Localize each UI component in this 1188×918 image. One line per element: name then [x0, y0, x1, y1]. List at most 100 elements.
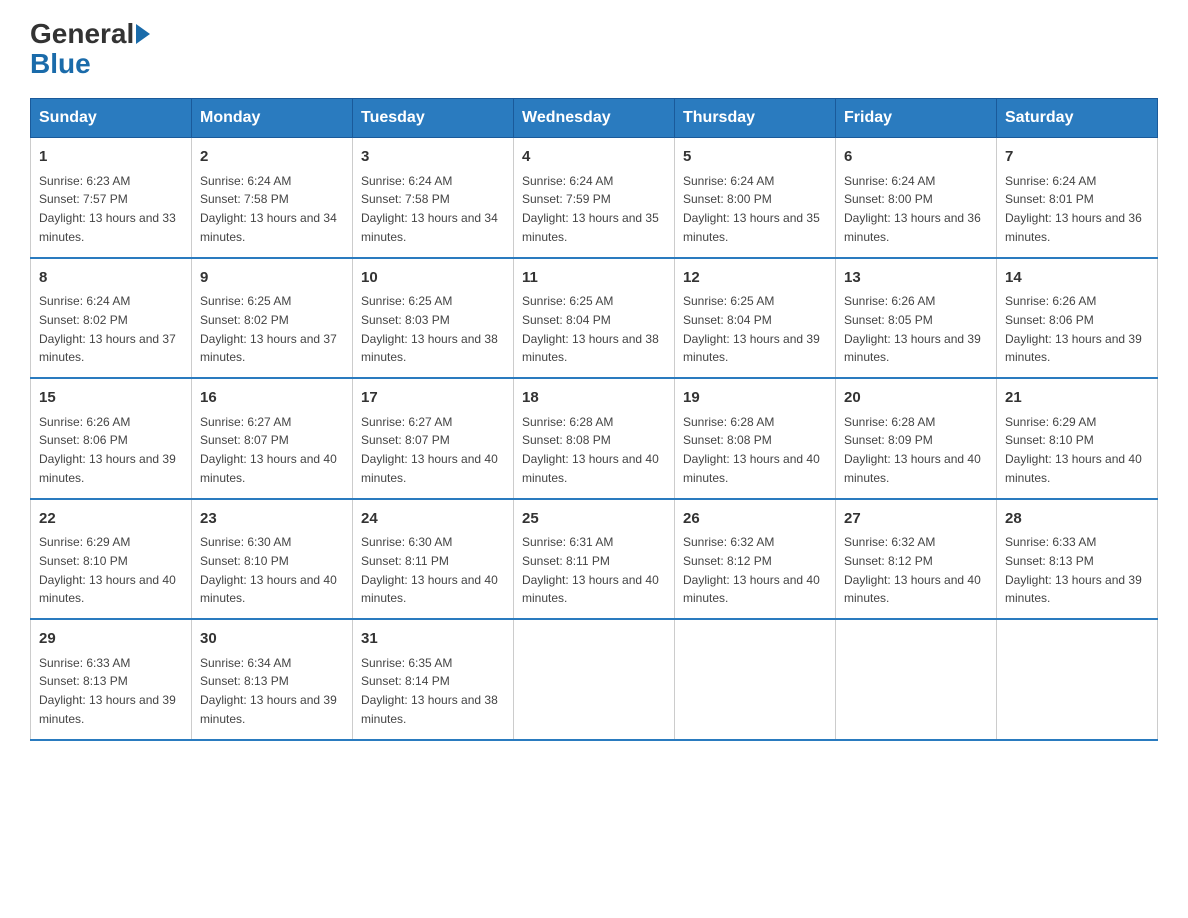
calendar-cell: 25 Sunrise: 6:31 AMSunset: 8:11 PMDayligh…: [514, 499, 675, 620]
day-number: 13: [844, 267, 988, 290]
calendar-cell: 15 Sunrise: 6:26 AMSunset: 8:06 PMDayligh…: [31, 378, 192, 499]
day-info: Sunrise: 6:28 AMSunset: 8:09 PMDaylight:…: [844, 415, 981, 485]
day-info: Sunrise: 6:32 AMSunset: 8:12 PMDaylight:…: [683, 535, 820, 605]
day-info: Sunrise: 6:26 AMSunset: 8:06 PMDaylight:…: [1005, 294, 1142, 364]
day-number: 5: [683, 146, 827, 169]
page-header: General Blue: [30, 20, 1158, 80]
calendar-cell: [997, 619, 1158, 740]
day-number: 6: [844, 146, 988, 169]
weekday-header-tuesday: Tuesday: [353, 99, 514, 138]
calendar-cell: 30 Sunrise: 6:34 AMSunset: 8:13 PMDayligh…: [192, 619, 353, 740]
calendar-cell: 14 Sunrise: 6:26 AMSunset: 8:06 PMDayligh…: [997, 258, 1158, 379]
day-number: 11: [522, 267, 666, 290]
calendar-cell: 31 Sunrise: 6:35 AMSunset: 8:14 PMDayligh…: [353, 619, 514, 740]
calendar-cell: 12 Sunrise: 6:25 AMSunset: 8:04 PMDayligh…: [675, 258, 836, 379]
day-info: Sunrise: 6:25 AMSunset: 8:02 PMDaylight:…: [200, 294, 337, 364]
calendar-cell: 23Sunrise: 6:30 AMSunset: 8:10 PMDayligh…: [192, 499, 353, 620]
calendar-cell: [836, 619, 997, 740]
day-number: 24: [361, 508, 505, 531]
weekday-header-sunday: Sunday: [31, 99, 192, 138]
logo-general-text: General: [30, 20, 134, 48]
day-number: 1: [39, 146, 183, 169]
day-info: Sunrise: 6:33 AMSunset: 8:13 PMDaylight:…: [39, 656, 176, 726]
day-number: 22: [39, 508, 183, 531]
calendar-week-row: 22 Sunrise: 6:29 AMSunset: 8:10 PMDayligh…: [31, 499, 1158, 620]
calendar-cell: [675, 619, 836, 740]
day-info: Sunrise: 6:27 AMSunset: 8:07 PMDaylight:…: [361, 415, 498, 485]
calendar-cell: 11 Sunrise: 6:25 AMSunset: 8:04 PMDayligh…: [514, 258, 675, 379]
calendar-cell: 7 Sunrise: 6:24 AMSunset: 8:01 PMDaylight…: [997, 138, 1158, 258]
day-info: Sunrise: 6:35 AMSunset: 8:14 PMDaylight:…: [361, 656, 498, 726]
calendar-cell: 10 Sunrise: 6:25 AMSunset: 8:03 PMDayligh…: [353, 258, 514, 379]
day-number: 14: [1005, 267, 1149, 290]
day-info: Sunrise: 6:24 AMSunset: 7:58 PMDaylight:…: [361, 174, 498, 244]
calendar-cell: 20 Sunrise: 6:28 AMSunset: 8:09 PMDayligh…: [836, 378, 997, 499]
calendar-week-row: 15 Sunrise: 6:26 AMSunset: 8:06 PMDayligh…: [31, 378, 1158, 499]
day-number: 2: [200, 146, 344, 169]
day-number: 28: [1005, 508, 1149, 531]
day-number: 10: [361, 267, 505, 290]
day-info: Sunrise: 6:27 AMSunset: 8:07 PMDaylight:…: [200, 415, 337, 485]
day-info: Sunrise: 6:24 AMSunset: 8:01 PMDaylight:…: [1005, 174, 1142, 244]
day-number: 20: [844, 387, 988, 410]
day-number: 30: [200, 628, 344, 651]
calendar-cell: 24 Sunrise: 6:30 AMSunset: 8:11 PMDayligh…: [353, 499, 514, 620]
day-number: 21: [1005, 387, 1149, 410]
day-number: 7: [1005, 146, 1149, 169]
calendar-cell: 8Sunrise: 6:24 AMSunset: 8:02 PMDaylight…: [31, 258, 192, 379]
calendar-cell: 29Sunrise: 6:33 AMSunset: 8:13 PMDayligh…: [31, 619, 192, 740]
day-info: Sunrise: 6:34 AMSunset: 8:13 PMDaylight:…: [200, 656, 337, 726]
day-info: Sunrise: 6:31 AMSunset: 8:11 PMDaylight:…: [522, 535, 659, 605]
weekday-header-row: SundayMondayTuesdayWednesdayThursdayFrid…: [31, 99, 1158, 138]
day-number: 12: [683, 267, 827, 290]
day-info: Sunrise: 6:33 AMSunset: 8:13 PMDaylight:…: [1005, 535, 1142, 605]
day-number: 27: [844, 508, 988, 531]
day-info: Sunrise: 6:24 AMSunset: 8:00 PMDaylight:…: [844, 174, 981, 244]
day-info: Sunrise: 6:28 AMSunset: 8:08 PMDaylight:…: [683, 415, 820, 485]
day-info: Sunrise: 6:26 AMSunset: 8:05 PMDaylight:…: [844, 294, 981, 364]
calendar-cell: 1Sunrise: 6:23 AMSunset: 7:57 PMDaylight…: [31, 138, 192, 258]
calendar-cell: 13 Sunrise: 6:26 AMSunset: 8:05 PMDayligh…: [836, 258, 997, 379]
day-info: Sunrise: 6:29 AMSunset: 8:10 PMDaylight:…: [1005, 415, 1142, 485]
calendar-week-row: 29Sunrise: 6:33 AMSunset: 8:13 PMDayligh…: [31, 619, 1158, 740]
day-info: Sunrise: 6:25 AMSunset: 8:03 PMDaylight:…: [361, 294, 498, 364]
logo-blue-text: Blue: [30, 48, 91, 80]
day-number: 9: [200, 267, 344, 290]
day-number: 3: [361, 146, 505, 169]
day-info: Sunrise: 6:24 AMSunset: 7:58 PMDaylight:…: [200, 174, 337, 244]
day-info: Sunrise: 6:29 AMSunset: 8:10 PMDaylight:…: [39, 535, 176, 605]
day-number: 8: [39, 267, 183, 290]
calendar-cell: 22 Sunrise: 6:29 AMSunset: 8:10 PMDayligh…: [31, 499, 192, 620]
day-number: 31: [361, 628, 505, 651]
day-info: Sunrise: 6:26 AMSunset: 8:06 PMDaylight:…: [39, 415, 176, 485]
calendar-week-row: 8Sunrise: 6:24 AMSunset: 8:02 PMDaylight…: [31, 258, 1158, 379]
calendar-week-row: 1Sunrise: 6:23 AMSunset: 7:57 PMDaylight…: [31, 138, 1158, 258]
weekday-header-wednesday: Wednesday: [514, 99, 675, 138]
calendar-cell: 18Sunrise: 6:28 AMSunset: 8:08 PMDayligh…: [514, 378, 675, 499]
day-info: Sunrise: 6:25 AMSunset: 8:04 PMDaylight:…: [522, 294, 659, 364]
day-number: 25: [522, 508, 666, 531]
calendar-cell: 21 Sunrise: 6:29 AMSunset: 8:10 PMDayligh…: [997, 378, 1158, 499]
day-number: 19: [683, 387, 827, 410]
calendar-cell: 27 Sunrise: 6:32 AMSunset: 8:12 PMDayligh…: [836, 499, 997, 620]
weekday-header-saturday: Saturday: [997, 99, 1158, 138]
calendar-cell: 19 Sunrise: 6:28 AMSunset: 8:08 PMDayligh…: [675, 378, 836, 499]
day-number: 15: [39, 387, 183, 410]
day-info: Sunrise: 6:32 AMSunset: 8:12 PMDaylight:…: [844, 535, 981, 605]
day-number: 4: [522, 146, 666, 169]
day-info: Sunrise: 6:24 AMSunset: 8:00 PMDaylight:…: [683, 174, 820, 244]
day-info: Sunrise: 6:25 AMSunset: 8:04 PMDaylight:…: [683, 294, 820, 364]
calendar-cell: [514, 619, 675, 740]
calendar-cell: 2 Sunrise: 6:24 AMSunset: 7:58 PMDaylight…: [192, 138, 353, 258]
calendar-cell: 3 Sunrise: 6:24 AMSunset: 7:58 PMDaylight…: [353, 138, 514, 258]
day-info: Sunrise: 6:30 AMSunset: 8:10 PMDaylight:…: [200, 535, 337, 605]
calendar-cell: 16Sunrise: 6:27 AMSunset: 8:07 PMDayligh…: [192, 378, 353, 499]
calendar-cell: 28 Sunrise: 6:33 AMSunset: 8:13 PMDayligh…: [997, 499, 1158, 620]
weekday-header-monday: Monday: [192, 99, 353, 138]
day-number: 17: [361, 387, 505, 410]
day-info: Sunrise: 6:30 AMSunset: 8:11 PMDaylight:…: [361, 535, 498, 605]
calendar-cell: 6 Sunrise: 6:24 AMSunset: 8:00 PMDaylight…: [836, 138, 997, 258]
logo: General Blue: [30, 20, 152, 80]
day-info: Sunrise: 6:24 AMSunset: 7:59 PMDaylight:…: [522, 174, 659, 244]
day-info: Sunrise: 6:28 AMSunset: 8:08 PMDaylight:…: [522, 415, 659, 485]
